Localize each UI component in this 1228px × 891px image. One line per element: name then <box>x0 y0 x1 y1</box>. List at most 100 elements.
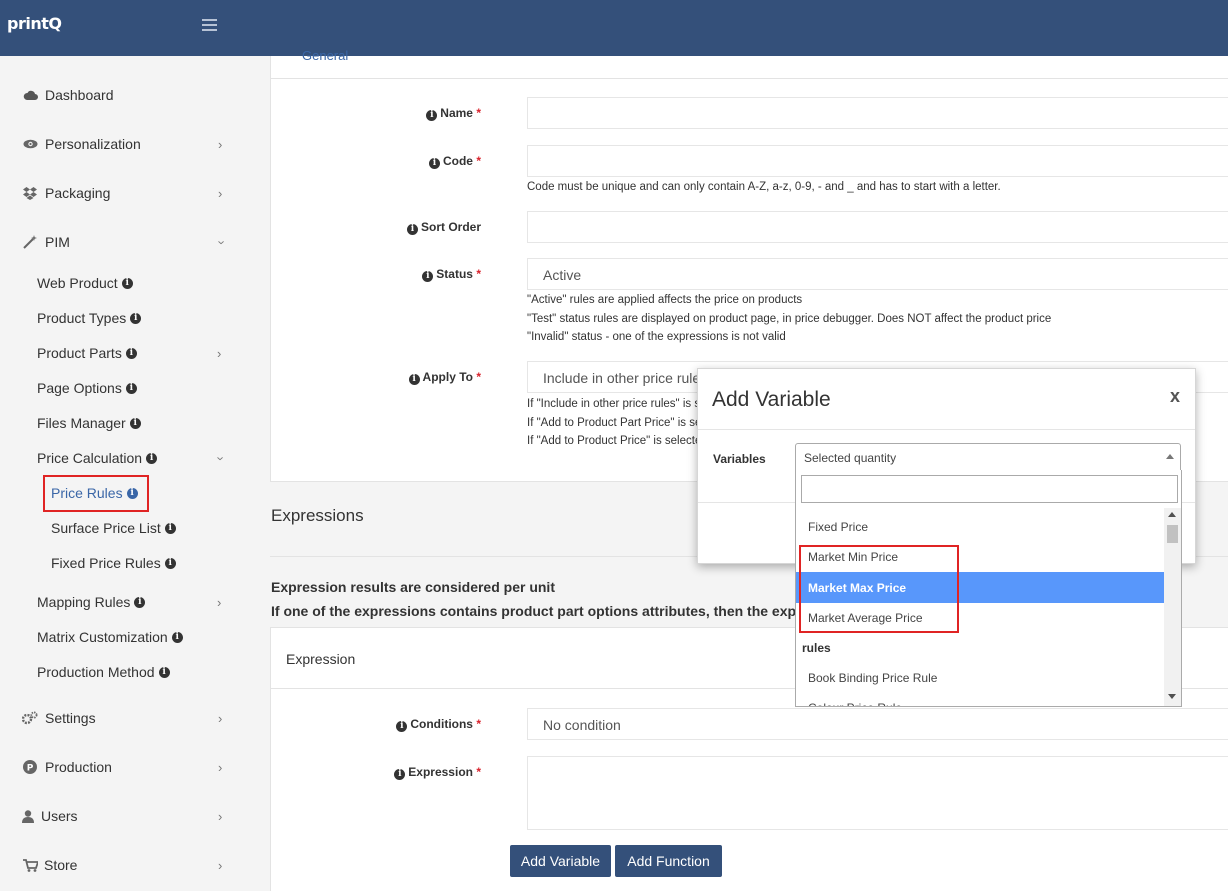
code-input[interactable] <box>527 145 1228 177</box>
info-icon: i <box>134 596 146 608</box>
info-icon: i <box>164 522 176 534</box>
apply-to-help-text: If "Include in other price rules" is se … <box>527 398 708 447</box>
sidebar-item-personalization[interactable]: Personalization › <box>0 129 254 159</box>
dropdown-option[interactable]: Colour Price Rule <box>796 693 1164 706</box>
conditions-value: No condition <box>543 717 621 733</box>
status-select[interactable] <box>527 258 1228 290</box>
close-icon[interactable]: x <box>1170 386 1180 407</box>
chevron-right-icon: › <box>218 136 223 152</box>
variables-label: Variables <box>713 452 766 466</box>
chevron-down-icon: › <box>213 455 229 461</box>
cart-icon <box>22 857 38 873</box>
status-value: Active <box>543 267 582 283</box>
info-icon: i <box>125 347 137 359</box>
expression-label: i Expression * <box>281 765 481 780</box>
sidebar-item-label: PIM <box>45 234 70 250</box>
expression-header: Expression <box>286 651 356 667</box>
sidebar-item-product-types[interactable]: Product Types i <box>37 310 142 326</box>
expressions-note-2: If one of the expressions contains produ… <box>271 603 825 619</box>
user-icon <box>20 808 36 824</box>
tab-general[interactable]: General <box>302 48 348 63</box>
annotation-highlight-box <box>799 545 959 633</box>
variables-select-value: Selected quantity <box>804 451 897 465</box>
sidebar-item-label: Fixed Price Rules <box>51 555 161 571</box>
p-circle-icon: P <box>22 759 38 775</box>
sidebar-item-settings[interactable]: Settings › <box>0 703 254 733</box>
magic-wand-icon <box>22 234 38 250</box>
dropdown-option[interactable]: Fixed Price <box>796 512 1164 542</box>
chevron-right-icon: › <box>217 345 222 361</box>
sidebar-item-price-calculation[interactable]: Price Calculation i › <box>37 450 237 466</box>
dropdown-option[interactable]: Book Binding Price Rule <box>796 663 1164 693</box>
sidebar-item-label: Settings <box>45 710 96 726</box>
sidebar-item-fixed-price-rules[interactable]: Fixed Price Rules i <box>51 555 176 571</box>
info-icon: i <box>130 312 142 324</box>
sidebar-item-label: Production Method <box>37 664 155 680</box>
sidebar-item-production-method[interactable]: Production Method i <box>37 664 170 680</box>
sort-order-label: i Sort Order <box>281 220 481 235</box>
sidebar-item-dashboard[interactable]: Dashboard <box>0 80 254 110</box>
sort-order-input[interactable] <box>527 211 1228 243</box>
sidebar-item-pim[interactable]: PIM › <box>0 227 254 257</box>
variables-select[interactable]: Selected quantity <box>795 443 1181 471</box>
sidebar-item-product-parts[interactable]: Product Parts i › <box>37 345 237 361</box>
info-icon: i <box>426 109 438 121</box>
sidebar-item-label: Page Options <box>37 380 122 396</box>
sidebar-item-files-manager[interactable]: Files Manager i <box>37 415 141 431</box>
sidebar-item-label: Surface Price List <box>51 520 161 536</box>
sidebar-item-surface-price-list[interactable]: Surface Price List i <box>51 520 176 536</box>
chevron-right-icon: › <box>217 594 222 610</box>
logo[interactable]: printQ <box>7 14 62 33</box>
chevron-right-icon: › <box>218 808 223 824</box>
svg-text:P: P <box>27 764 34 774</box>
sidebar-item-label: Store <box>44 857 78 873</box>
add-variable-button[interactable]: Add Variable <box>510 845 611 877</box>
dropdown-scrollbar[interactable] <box>1164 508 1181 706</box>
code-label: i Code * <box>281 154 481 169</box>
sidebar-item-users[interactable]: Users › <box>0 801 254 831</box>
info-icon: i <box>121 277 133 289</box>
name-input[interactable] <box>527 97 1228 129</box>
sidebar-item-store[interactable]: Store › <box>0 850 254 880</box>
sidebar-item-label: Mapping Rules <box>37 594 131 610</box>
chevron-right-icon: › <box>218 857 223 873</box>
sidebar-item-mapping-rules[interactable]: Mapping Rules i › <box>37 594 237 610</box>
conditions-select[interactable] <box>527 708 1228 740</box>
apply-to-label: i Apply To * <box>281 370 481 385</box>
scroll-down-icon[interactable] <box>1168 694 1176 699</box>
expression-textarea[interactable] <box>527 756 1228 830</box>
divider <box>271 78 1228 79</box>
info-icon: i <box>158 666 170 678</box>
sidebar-item-label: Matrix Customization <box>37 629 168 645</box>
caret-up-icon <box>1166 454 1174 459</box>
code-help-text: Code must be unique and can only contain… <box>527 181 1001 193</box>
name-label: i Name * <box>281 106 481 121</box>
dropbox-icon <box>22 185 38 201</box>
sidebar-item-production[interactable]: P Production › <box>0 752 254 782</box>
sidebar-item-page-options[interactable]: Page Options i <box>37 380 137 396</box>
sidebar-item-matrix-customization[interactable]: Matrix Customization i <box>37 629 183 645</box>
sidebar-item-label: Web Product <box>37 275 118 291</box>
sidebar: Dashboard Personalization › Packaging › … <box>0 56 254 891</box>
modal-title: Add Variable <box>712 388 831 411</box>
scrollbar-thumb[interactable] <box>1167 525 1178 543</box>
sidebar-item-web-product[interactable]: Web Product i <box>37 275 133 291</box>
sidebar-item-label: Personalization <box>45 136 141 152</box>
dropdown-search-input[interactable] <box>801 475 1178 503</box>
conditions-label: i Conditions * <box>281 717 481 732</box>
cloud-icon <box>22 87 38 103</box>
info-icon: i <box>408 373 420 385</box>
chevron-right-icon: › <box>218 185 223 201</box>
scroll-up-icon[interactable] <box>1168 512 1176 517</box>
sidebar-item-label: Price Calculation <box>37 450 143 466</box>
hamburger-menu-icon[interactable] <box>202 19 217 31</box>
expressions-title: Expressions <box>271 506 364 525</box>
info-icon: i <box>171 631 183 643</box>
sidebar-item-packaging[interactable]: Packaging › <box>0 178 254 208</box>
status-help-text: "Active" rules are applied affects the p… <box>527 294 1052 343</box>
status-label: i Status * <box>281 267 481 282</box>
add-function-button[interactable]: Add Function <box>615 845 722 877</box>
eye-icon <box>22 136 38 152</box>
sidebar-item-label: Dashboard <box>45 87 114 103</box>
info-icon: i <box>428 157 440 169</box>
